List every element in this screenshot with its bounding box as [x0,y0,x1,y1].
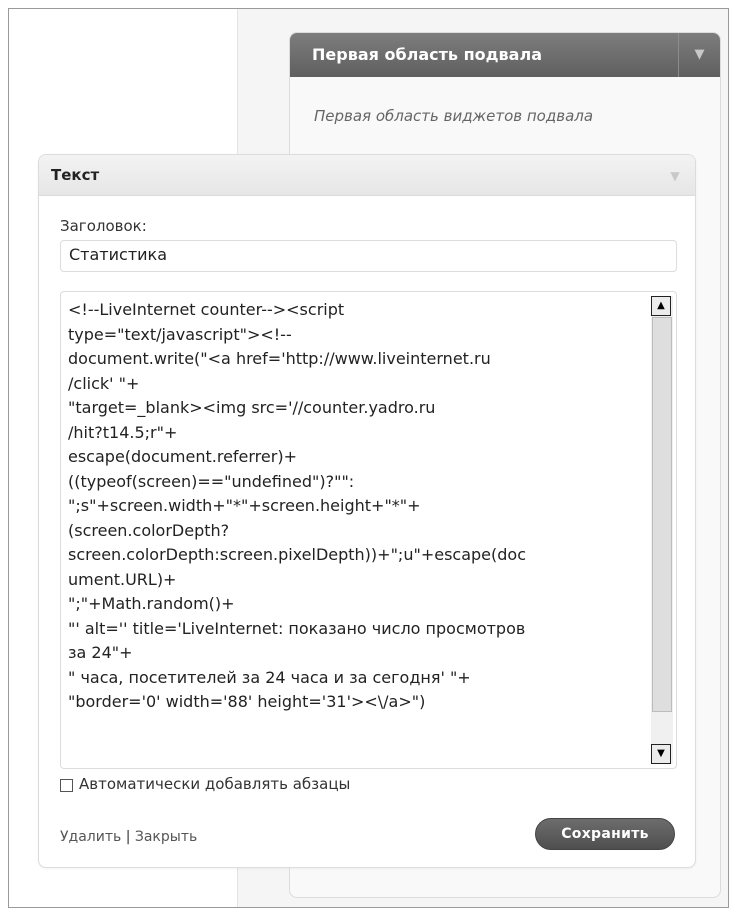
content-textarea[interactable]: <!--LiveInternet counter--><script type=… [60,291,677,769]
widget-header[interactable]: Текст ▼ [39,155,695,196]
scroll-up-icon[interactable]: ▲ [651,296,671,316]
scroll-thumb[interactable] [652,317,672,712]
chevron-down-icon[interactable]: ▼ [655,155,695,195]
text-widget: Текст ▼ Заголовок: Статистика <!--LiveIn… [38,154,696,868]
delete-link[interactable]: Удалить [60,829,121,845]
textarea-scrollbar[interactable]: ▲ ▼ [651,296,673,764]
autop-label[interactable]: Автоматически добавлять абзацы [79,775,350,793]
sidebar-description: Первая область виджетов подвала [314,107,594,125]
title-input[interactable]: Статистика [60,240,677,272]
content-text[interactable]: <!--LiveInternet counter--><script type=… [68,298,643,715]
chevron-down-icon[interactable]: ▼ [678,33,720,77]
link-separator: | [125,829,131,845]
widget-title: Текст [51,166,100,184]
sidebar-header[interactable]: Первая область подвала ▼ [290,33,720,77]
scroll-down-icon[interactable]: ▼ [651,744,671,764]
widget-footer-links: Удалить | Закрыть [60,829,197,845]
sidebar-title: Первая область подвала [312,45,542,64]
close-link[interactable]: Закрыть [135,829,197,845]
title-field-label: Заголовок: [60,217,147,235]
autop-checkbox[interactable] [60,779,73,792]
save-button[interactable]: Сохранить [535,818,675,850]
